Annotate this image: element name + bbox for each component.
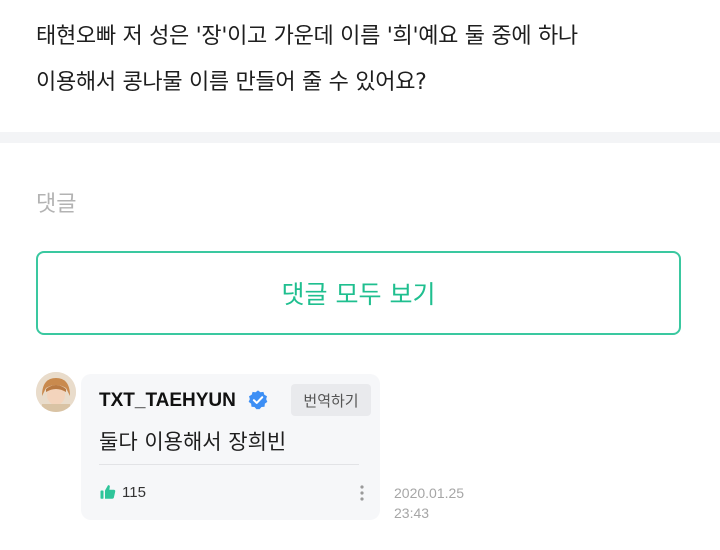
view-all-comments-button[interactable]: 댓글 모두 보기 bbox=[36, 251, 681, 335]
thumbs-up-icon bbox=[100, 485, 116, 499]
section-divider bbox=[0, 132, 720, 143]
reply-date: 2020.01.25 bbox=[394, 485, 465, 501]
like-button[interactable]: 115 bbox=[99, 483, 146, 501]
more-vertical-icon[interactable] bbox=[353, 482, 371, 504]
reply-bubble: TXT_TAEHYUN 번역하기 둘다 이용해서 장희빈 115 bbox=[81, 374, 380, 520]
translate-button[interactable]: 번역하기 bbox=[291, 384, 371, 416]
reply-divider bbox=[99, 464, 359, 465]
avatar[interactable] bbox=[36, 372, 76, 412]
reply-text: 둘다 이용해서 장희빈 bbox=[99, 430, 287, 454]
question-line-1: 태현오빠 저 성은 '장'이고 가운데 이름 '희'예요 둘 중에 하나 bbox=[36, 24, 578, 49]
question-line-2: 이용해서 콩나물 이름 만들어 줄 수 있어요? bbox=[36, 70, 427, 95]
comments-heading: 댓글 bbox=[36, 192, 77, 217]
reply-author[interactable]: TXT_TAEHYUN bbox=[99, 390, 236, 412]
reply-time: 23:43 bbox=[394, 505, 430, 521]
reply-timestamp: 2020.01.25 23:43 bbox=[394, 483, 464, 523]
question-text: 태현오빠 저 성은 '장'이고 가운데 이름 '희'예요 둘 중에 하나 이용해… bbox=[36, 14, 696, 106]
like-count: 115 bbox=[122, 483, 146, 501]
verified-check-icon bbox=[248, 390, 268, 410]
